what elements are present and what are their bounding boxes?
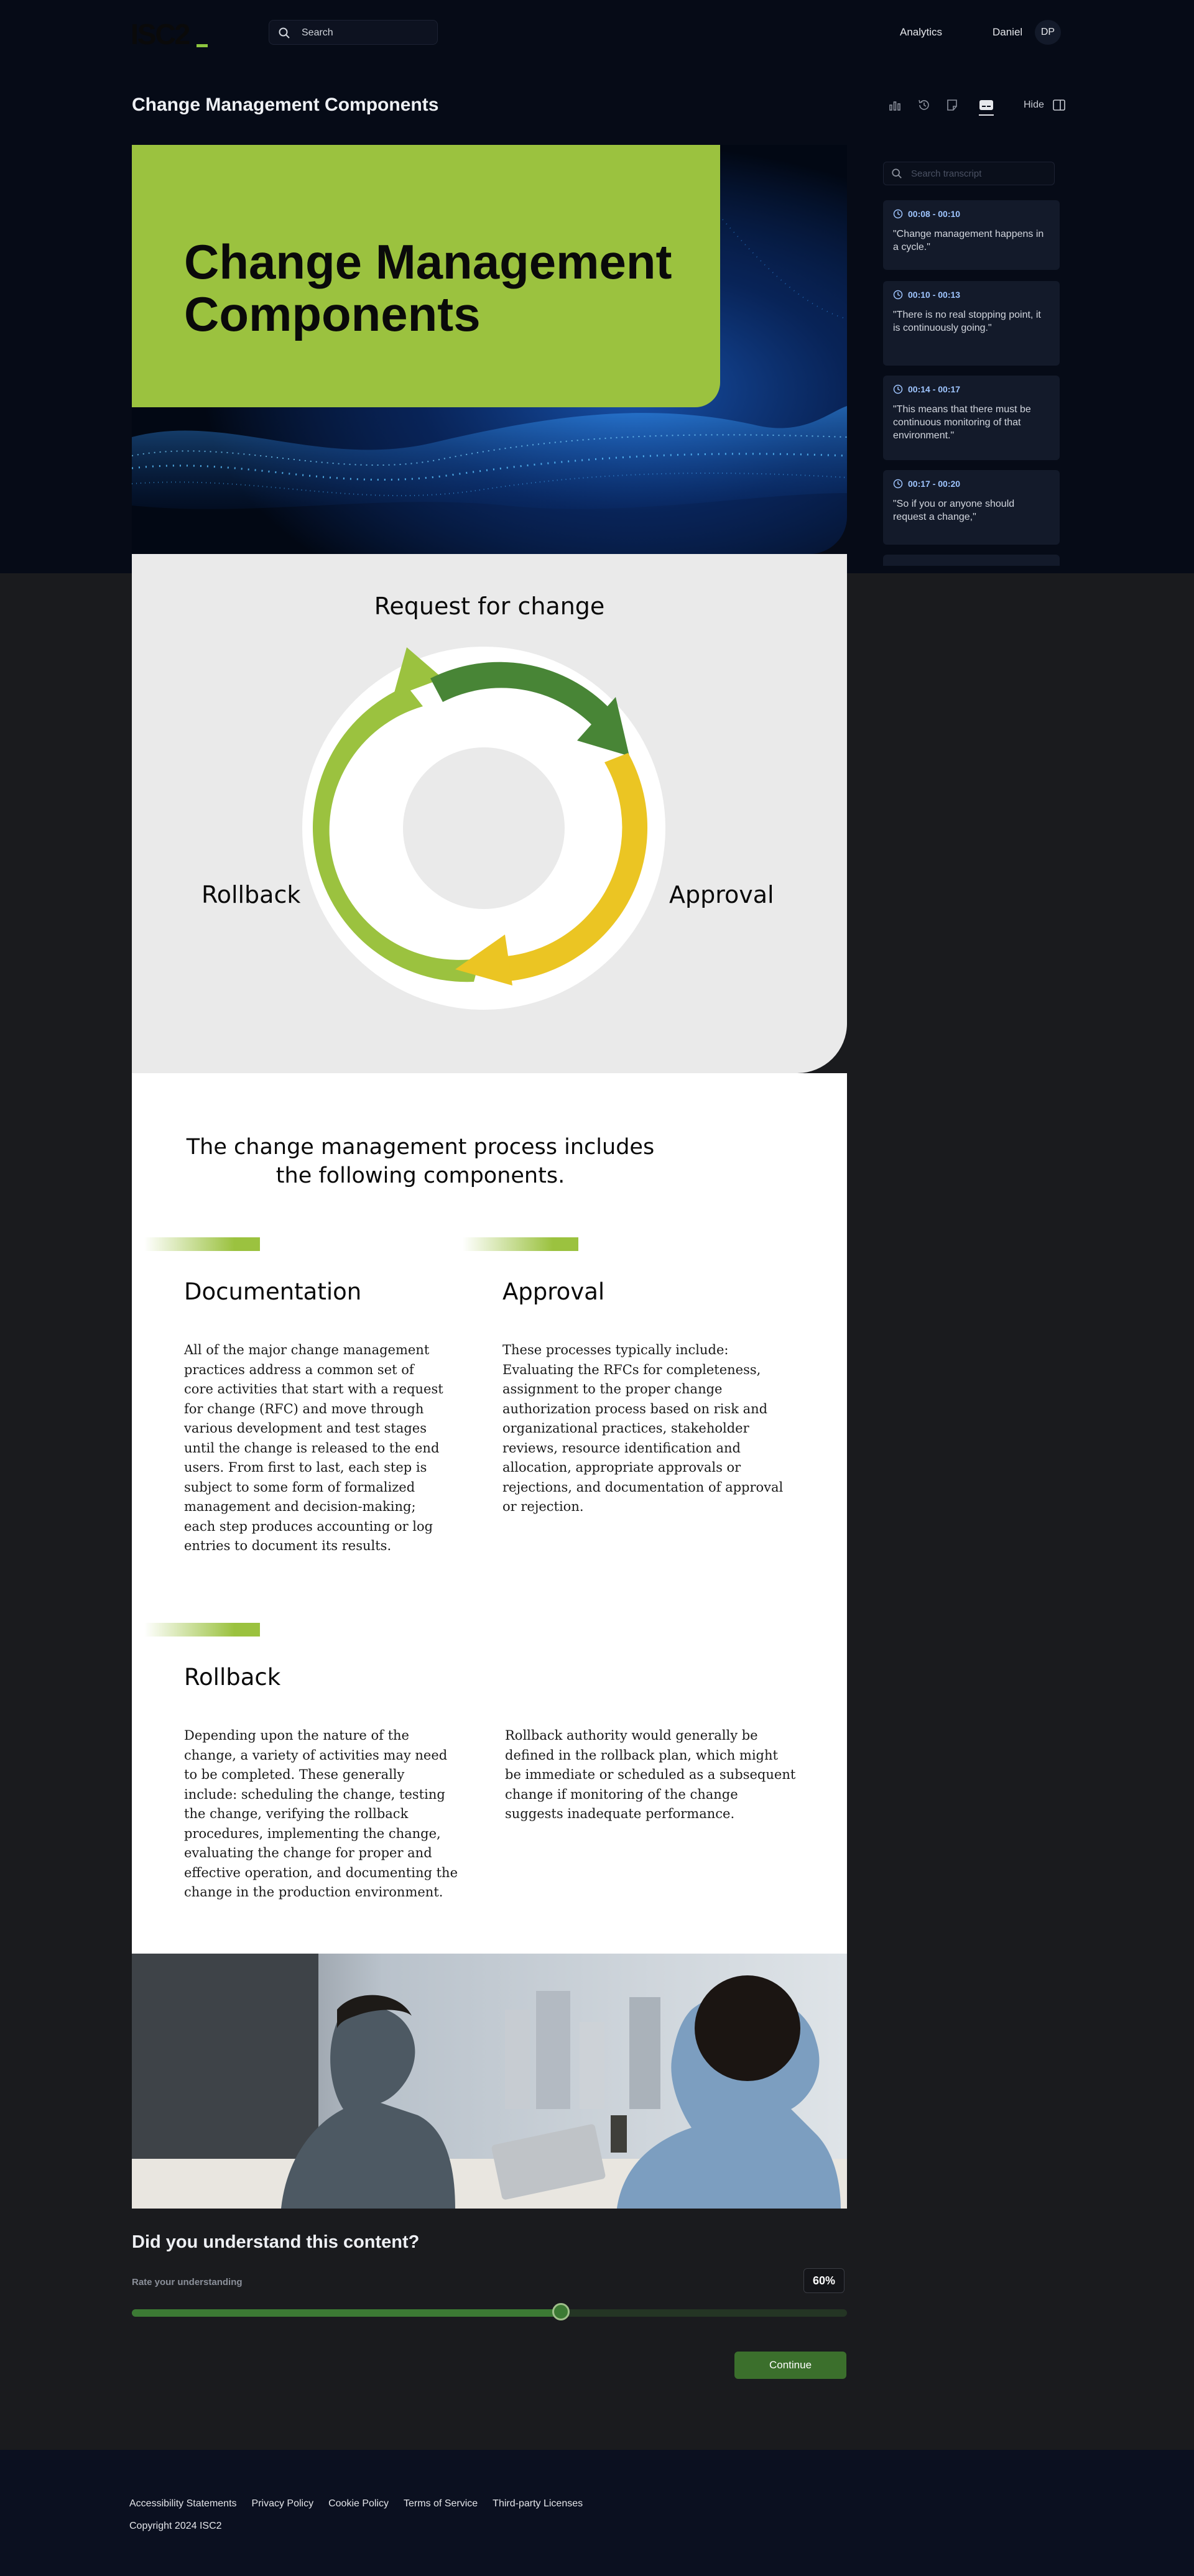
chart-icon[interactable] xyxy=(888,98,903,113)
footer-link-terms[interactable]: Terms of Service xyxy=(404,2498,478,2509)
hero-title: Change Management Components xyxy=(184,234,672,341)
documentation-accent-bar xyxy=(144,1237,260,1251)
hero-banner: Change Management Components xyxy=(132,145,847,554)
transcript-item[interactable] xyxy=(883,555,1060,566)
analytics-link[interactable]: Analytics xyxy=(900,26,942,39)
transcript-icon[interactable] xyxy=(979,98,994,116)
sidebar-toggle-icon[interactable] xyxy=(1052,98,1066,115)
understanding-slider[interactable] xyxy=(132,2303,847,2320)
understanding-question: Did you understand this content? xyxy=(132,2232,420,2252)
rollback-body-2: Rollback authority would generally be de… xyxy=(505,1728,796,1821)
footer-link-accessibility[interactable]: Accessibility Statements xyxy=(129,2498,237,2509)
continue-button[interactable]: Continue xyxy=(734,2352,846,2379)
rollback-heading: Rollback xyxy=(184,1664,281,1691)
isc2-logo[interactable]: ISC2 xyxy=(131,17,208,51)
cycle-arrows-graphic xyxy=(302,647,665,1010)
approval-body: These processes typically include: Evalu… xyxy=(502,1342,784,1514)
transcript-time: 00:14 - 00:17 xyxy=(908,384,961,394)
footer-link-third-party[interactable]: Third-party Licenses xyxy=(493,2498,583,2509)
footer-links: Accessibility Statements Privacy Policy … xyxy=(129,2498,583,2509)
transcript-time: 00:08 - 00:10 xyxy=(908,209,961,219)
clock-icon xyxy=(893,209,903,219)
copyright: Copyright 2024 ISC2 xyxy=(129,2521,222,2531)
transcript-time: 00:10 - 00:13 xyxy=(908,290,961,300)
top-header: ISC2 Search Analytics Daniel DP xyxy=(0,0,1194,65)
documentation-body: All of the major change management pract… xyxy=(184,1342,443,1553)
footer-link-cookie[interactable]: Cookie Policy xyxy=(328,2498,389,2509)
search-icon xyxy=(279,27,290,39)
search-placeholder: Search xyxy=(302,27,333,38)
transcript-text: "So if you or anyone should request a ch… xyxy=(893,499,1015,522)
notes-icon[interactable] xyxy=(945,98,960,113)
hide-sidebar-button[interactable]: Hide xyxy=(1024,99,1044,111)
approval-heading: Approval xyxy=(502,1278,605,1305)
slider-fill xyxy=(132,2309,561,2317)
transcript-item[interactable]: 00:08 - 00:10 "Change management happens… xyxy=(883,200,1060,270)
transcript-text: "There is no real stopping point, it is … xyxy=(893,310,1041,333)
history-icon[interactable] xyxy=(917,98,932,113)
documentation-heading: Documentation xyxy=(184,1278,362,1305)
components-content: The change management process includes t… xyxy=(132,1073,847,1954)
change-cycle-diagram: Request for change Rollback Approval xyxy=(132,554,847,1073)
transcript-search-input[interactable]: Search transcript xyxy=(883,162,1055,185)
rollback-label: Rollback xyxy=(201,881,301,908)
search-icon xyxy=(892,169,902,178)
page-title: Change Management Components xyxy=(132,95,439,115)
approval-accent-bar xyxy=(463,1237,578,1251)
clock-icon xyxy=(893,384,903,394)
understanding-percent: 60% xyxy=(803,2268,845,2293)
transcript-panel: Search transcript 00:08 - 00:10 "Change … xyxy=(883,162,1060,566)
footer-link-privacy[interactable]: Privacy Policy xyxy=(252,2498,314,2509)
clock-icon xyxy=(893,479,903,489)
transcript-text: "Change management happens in a cycle." xyxy=(893,229,1044,252)
user-name[interactable]: Daniel xyxy=(993,26,1022,39)
rollback-body-1: Depending upon the nature of the change,… xyxy=(184,1728,458,1900)
footer: Accessibility Statements Privacy Policy … xyxy=(0,2450,1194,2576)
rollback-accent-bar xyxy=(144,1623,260,1637)
slider-thumb[interactable] xyxy=(552,2303,570,2320)
transcript-item[interactable]: 00:14 - 00:17 "This means that there mus… xyxy=(883,376,1060,460)
transcript-item[interactable]: 00:17 - 00:20 "So if you or anyone shoul… xyxy=(883,470,1060,545)
intro-text: The change management process includes t… xyxy=(186,1135,655,1188)
transcript-item[interactable]: 00:10 - 00:13 "There is no real stopping… xyxy=(883,281,1060,366)
global-search-input[interactable]: Search xyxy=(269,20,438,45)
avatar[interactable]: DP xyxy=(1035,20,1061,45)
approval-label: Approval xyxy=(669,881,774,908)
transcript-text: "This means that there must be continuou… xyxy=(893,404,1031,441)
rate-understanding-label: Rate your understanding xyxy=(132,2277,243,2287)
transcript-search-placeholder: Search transcript xyxy=(911,169,982,179)
transcript-time: 00:17 - 00:20 xyxy=(908,479,961,489)
meeting-photo xyxy=(132,1954,847,2209)
clock-icon xyxy=(893,290,903,300)
